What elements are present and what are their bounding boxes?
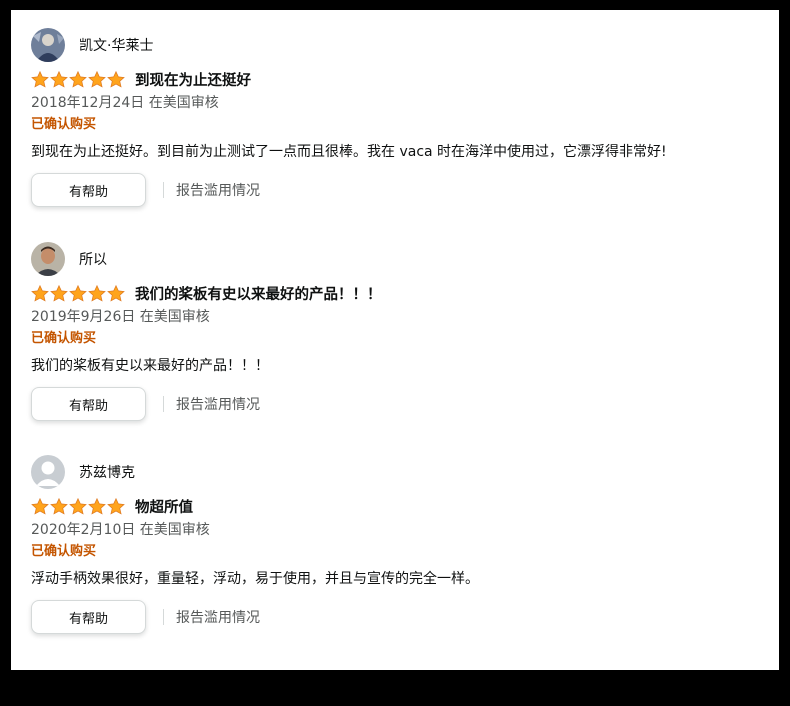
- reviewer-profile[interactable]: 苏兹博克: [31, 454, 771, 490]
- reviewer-profile[interactable]: 凯文·华莱士: [31, 27, 771, 63]
- review-title[interactable]: 物超所值: [135, 496, 193, 517]
- verified-purchase-badge: 已确认购买: [31, 544, 97, 559]
- review-card: 所以 我们的桨板有史以来最好的产品！！！ 2019年9月26日 在美国审核 已确…: [31, 241, 771, 421]
- review-body: 我们的桨板有史以来最好的产品！！！: [31, 358, 269, 374]
- star-icon: [50, 70, 68, 88]
- review-title[interactable]: 到现在为止还挺好: [135, 69, 251, 90]
- reviews-panel: 凯文·华莱士 到现在为止还挺好 2018年12月24日 在美国审核 已确认购买 …: [11, 10, 779, 670]
- avatar[interactable]: [31, 242, 65, 276]
- divider: [163, 609, 164, 625]
- review-body: 到现在为止还挺好。到目前为止测试了一点而且很棒。我在 vaca 时在海洋中使用过…: [31, 144, 667, 160]
- avatar[interactable]: [31, 28, 65, 62]
- review-body: 浮动手柄效果很好，重量轻，浮动，易于使用，并且与宣传的完全一样。: [31, 571, 479, 587]
- default-avatar-icon: [31, 455, 65, 489]
- star-icon: [88, 284, 106, 302]
- reviewer-name[interactable]: 所以: [79, 249, 107, 269]
- divider: [163, 396, 164, 412]
- reviewer-name[interactable]: 凯文·华莱士: [79, 35, 153, 55]
- report-abuse-link[interactable]: 报告滥用情况: [176, 394, 260, 414]
- review-date: 2020年2月10日 在美国审核: [31, 522, 210, 538]
- review-date: 2018年12月24日 在美国审核: [31, 95, 219, 111]
- report-abuse-link[interactable]: 报告滥用情况: [176, 180, 260, 200]
- report-abuse-link[interactable]: 报告滥用情况: [176, 607, 260, 627]
- star-icon: [50, 284, 68, 302]
- verified-purchase-badge: 已确认购买: [31, 117, 97, 132]
- review-date: 2019年9月26日 在美国审核: [31, 309, 210, 325]
- star-rating[interactable]: [31, 497, 125, 515]
- star-icon: [69, 497, 87, 515]
- star-icon: [107, 497, 125, 515]
- reviewer-name[interactable]: 苏兹博克: [79, 462, 135, 482]
- helpful-button[interactable]: 有帮助: [31, 173, 146, 207]
- star-icon: [88, 497, 106, 515]
- review-card: 凯文·华莱士 到现在为止还挺好 2018年12月24日 在美国审核 已确认购买 …: [31, 27, 771, 207]
- star-rating[interactable]: [31, 284, 125, 302]
- star-icon: [50, 497, 68, 515]
- reviewer-profile[interactable]: 所以: [31, 241, 771, 277]
- helpful-button[interactable]: 有帮助: [31, 600, 146, 634]
- star-icon: [69, 284, 87, 302]
- star-rating[interactable]: [31, 70, 125, 88]
- star-icon: [31, 70, 49, 88]
- star-icon: [107, 284, 125, 302]
- star-icon: [88, 70, 106, 88]
- review-title[interactable]: 我们的桨板有史以来最好的产品！！！: [135, 283, 382, 304]
- review-card: 苏兹博克 物超所值 2020年2月10日 在美国审核 已确认购买 浮动手柄效果很…: [31, 454, 771, 634]
- star-icon: [69, 70, 87, 88]
- helpful-button[interactable]: 有帮助: [31, 387, 146, 421]
- avatar[interactable]: [31, 455, 65, 489]
- star-icon: [31, 497, 49, 515]
- verified-purchase-badge: 已确认购买: [31, 331, 97, 346]
- star-icon: [31, 284, 49, 302]
- star-icon: [107, 70, 125, 88]
- divider: [163, 182, 164, 198]
